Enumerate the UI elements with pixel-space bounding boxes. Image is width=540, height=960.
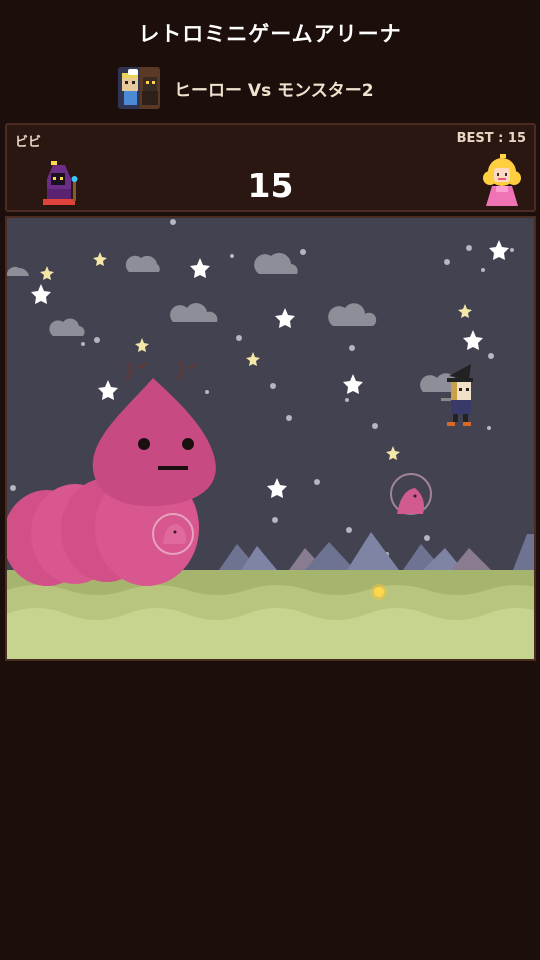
purple-hooded-mage-icon (39, 159, 79, 207)
player-name: ビビ (15, 135, 42, 150)
hero-vs-monster-thumbnail-icon (118, 67, 160, 109)
app-title: レトロミニゲームアリーナ (138, 22, 402, 46)
app-screen: レトロミニゲームアリーナ ヒーロー Vs モンスター2 ビビ BEST : 15 (0, 0, 540, 960)
blonde-princess-icon (480, 154, 524, 208)
game-canvas[interactable] (5, 216, 536, 661)
best-score-label: BEST : 15 (456, 131, 526, 146)
scoreboard: ビビ BEST : 15 15 (5, 123, 536, 212)
gold-coin-icon (371, 584, 387, 600)
game-name: ヒーロー Vs モンスター2 (174, 80, 374, 101)
game-info-row[interactable]: ヒーロー Vs モンスター2 (118, 66, 374, 110)
current-score: 15 (247, 166, 294, 205)
